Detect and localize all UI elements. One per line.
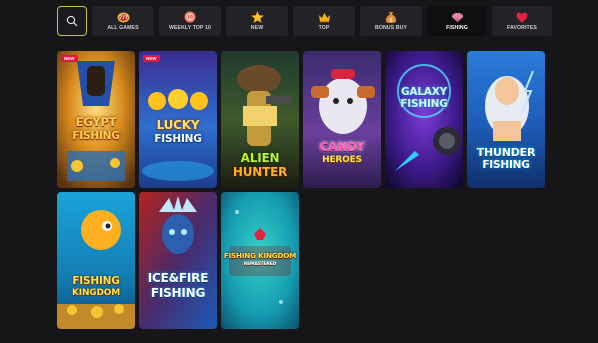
tab-favorites[interactable]: FAVORITES bbox=[492, 6, 552, 36]
tab-new[interactable]: NEW bbox=[226, 6, 288, 36]
game-subtitle: FISHING bbox=[72, 130, 120, 142]
game-title: ALIEN bbox=[240, 151, 280, 165]
tab-label: TOP bbox=[318, 25, 330, 31]
tab-label: BONUS BUY bbox=[374, 25, 408, 31]
game-subtitle: HUNTER bbox=[232, 165, 288, 179]
game-artwork bbox=[139, 192, 217, 329]
category-tabbar: 777 ALL GAMES 10 WEEKLY TOP 10 NEW TOP $… bbox=[57, 6, 552, 36]
search-button[interactable] bbox=[57, 6, 87, 36]
crown-icon bbox=[318, 11, 331, 23]
game-title: THUNDER bbox=[476, 146, 536, 159]
game-title: FISHING bbox=[72, 275, 120, 287]
tab-label: NEW bbox=[250, 25, 264, 31]
svg-text:777: 777 bbox=[119, 15, 128, 20]
game-artwork bbox=[57, 192, 135, 329]
game-title: ICE&FIRE bbox=[147, 271, 209, 285]
heart-icon bbox=[516, 11, 529, 23]
game-title: GALAXY bbox=[400, 86, 448, 98]
game-tile-egypt-fishing[interactable]: NEW EGYPT FISHING bbox=[57, 51, 135, 188]
game-subtitle: FISHING bbox=[482, 159, 530, 171]
game-artwork bbox=[303, 51, 381, 188]
svg-text:10: 10 bbox=[187, 15, 193, 20]
svg-text:$: $ bbox=[389, 17, 393, 23]
money-bag-icon: $ bbox=[385, 11, 398, 23]
game-tile-galaxy-fishing[interactable]: GALAXY FISHING bbox=[385, 51, 463, 188]
tab-label: FISHING bbox=[446, 25, 468, 31]
game-tile-fishing-kingdom-remastered[interactable]: FISHING KINGDOM REMASTERED bbox=[221, 192, 299, 329]
game-tile-thunder-fishing[interactable]: THUNDER FISHING bbox=[467, 51, 545, 188]
star-icon bbox=[250, 11, 264, 23]
game-tile-candy-heroes[interactable]: CANDY HEROES bbox=[303, 51, 381, 188]
new-badge: NEW bbox=[61, 55, 78, 62]
tab-all-games[interactable]: 777 ALL GAMES bbox=[92, 6, 154, 36]
game-artwork bbox=[221, 192, 299, 329]
game-subtitle: REMASTERED bbox=[243, 262, 277, 267]
tab-label: FAVORITES bbox=[507, 25, 537, 31]
tab-label: WEEKLY TOP 10 bbox=[168, 25, 212, 31]
game-title: CANDY bbox=[319, 140, 365, 154]
game-title: EGYPT bbox=[75, 115, 117, 129]
new-badge: NEW bbox=[143, 55, 160, 62]
game-tile-fishing-kingdom[interactable]: FISHING KINGDOM bbox=[57, 192, 135, 329]
game-artwork bbox=[385, 51, 463, 188]
game-tile-ice-fire-fishing[interactable]: ICE&FIRE FISHING bbox=[139, 192, 217, 329]
game-grid: NEW EGYPT FISHING NEW LUCKY FISHING ALIE… bbox=[57, 51, 545, 329]
tab-fishing[interactable]: FISHING bbox=[427, 6, 487, 36]
game-tile-lucky-fishing[interactable]: NEW LUCKY FISHING bbox=[139, 51, 217, 188]
top10-icon: 10 bbox=[184, 11, 197, 23]
game-tile-alien-hunter[interactable]: ALIEN HUNTER bbox=[221, 51, 299, 188]
shell-icon bbox=[451, 11, 464, 23]
game-subtitle: KINGDOM bbox=[72, 288, 120, 298]
tab-weekly-top-10[interactable]: 10 WEEKLY TOP 10 bbox=[159, 6, 221, 36]
game-title: FISHING KINGDOM bbox=[223, 251, 297, 260]
tab-label: ALL GAMES bbox=[107, 25, 139, 31]
all-games-icon: 777 bbox=[117, 11, 130, 23]
tab-bonus-buy[interactable]: $ BONUS BUY bbox=[360, 6, 422, 36]
search-icon bbox=[66, 15, 78, 27]
game-subtitle: FISHING bbox=[400, 98, 448, 110]
tab-top[interactable]: TOP bbox=[293, 6, 355, 36]
game-subtitle: FISHING bbox=[154, 133, 202, 145]
game-title: LUCKY bbox=[156, 118, 200, 132]
game-subtitle: HEROES bbox=[322, 155, 362, 165]
game-subtitle: FISHING bbox=[150, 286, 206, 300]
